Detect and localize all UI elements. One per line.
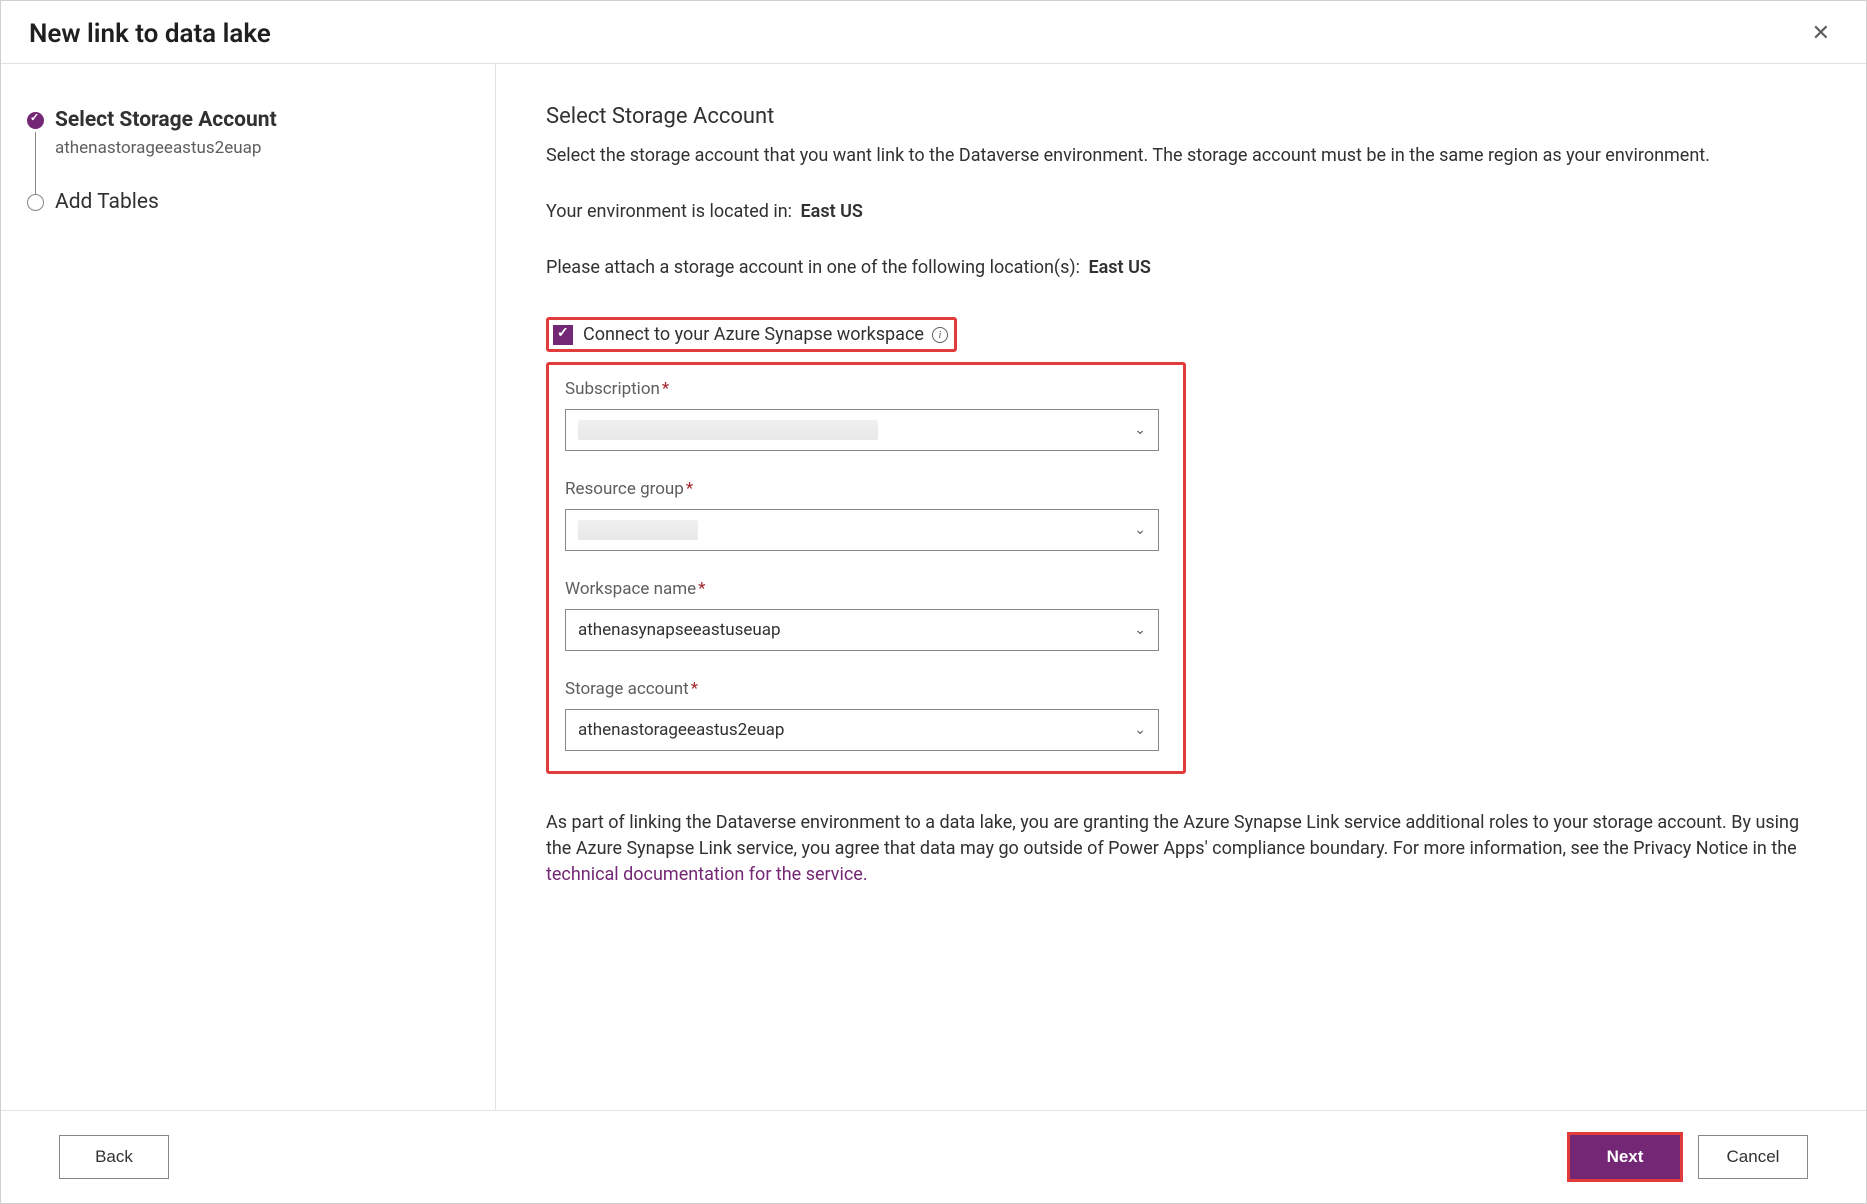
field-label-workspace-name: Workspace name* bbox=[565, 579, 1167, 599]
cancel-button[interactable]: Cancel bbox=[1698, 1135, 1808, 1179]
chevron-down-icon: ⌄ bbox=[1134, 422, 1146, 438]
wizard-step-select-storage-account[interactable]: Select Storage Account athenastorageeast… bbox=[27, 108, 465, 190]
close-icon[interactable]: ✕ bbox=[1804, 19, 1838, 49]
workspace-name-dropdown[interactable]: athenasynapseeastuseuap ⌄ bbox=[565, 609, 1159, 651]
connect-synapse-label-text: Connect to your Azure Synapse workspace bbox=[583, 324, 924, 345]
environment-location-line: Your environment is located in: East US bbox=[546, 199, 1806, 225]
field-label-text: Storage account bbox=[565, 679, 689, 699]
field-subscription: Subscription* ⌄ bbox=[565, 379, 1167, 451]
field-label-subscription: Subscription* bbox=[565, 379, 1167, 399]
field-storage-account: Storage account* athenastorageeastus2eua… bbox=[565, 679, 1167, 751]
section-heading: Select Storage Account bbox=[546, 104, 1806, 129]
dialog-body: Select Storage Account athenastorageeast… bbox=[1, 64, 1866, 1110]
footnote-pre: As part of linking the Dataverse environ… bbox=[546, 812, 1799, 859]
dialog-new-link-to-data-lake: New link to data lake ✕ Select Storage A… bbox=[0, 0, 1867, 1204]
storage-account-dropdown[interactable]: athenastorageeastus2euap ⌄ bbox=[565, 709, 1159, 751]
field-label-text: Workspace name bbox=[565, 579, 696, 599]
circle-icon bbox=[27, 194, 44, 211]
technical-documentation-link[interactable]: technical documentation for the service. bbox=[546, 864, 868, 885]
field-label-resource-group: Resource group* bbox=[565, 479, 1167, 499]
required-asterisk: * bbox=[698, 579, 705, 599]
workspace-name-value: athenasynapseeastuseuap bbox=[578, 620, 781, 640]
wizard-steps-sidebar: Select Storage Account athenastorageeast… bbox=[1, 64, 496, 1110]
attach-location-value: East US bbox=[1088, 257, 1150, 278]
required-asterisk: * bbox=[686, 479, 693, 499]
dialog-header: New link to data lake ✕ bbox=[1, 1, 1866, 64]
attach-location-line: Please attach a storage account in one o… bbox=[546, 255, 1806, 281]
chevron-down-icon: ⌄ bbox=[1134, 522, 1146, 538]
environment-location-prefix: Your environment is located in: bbox=[546, 201, 792, 222]
subscription-value-redacted bbox=[578, 420, 878, 440]
resource-group-value-redacted bbox=[578, 520, 698, 540]
chevron-down-icon: ⌄ bbox=[1134, 622, 1146, 638]
required-asterisk: * bbox=[662, 379, 669, 399]
dialog-title: New link to data lake bbox=[29, 19, 271, 49]
next-button[interactable]: Next bbox=[1570, 1135, 1680, 1179]
subscription-dropdown[interactable]: ⌄ bbox=[565, 409, 1159, 451]
field-resource-group: Resource group* ⌄ bbox=[565, 479, 1167, 551]
connect-synapse-checkbox-row[interactable]: Connect to your Azure Synapse workspace … bbox=[546, 317, 957, 352]
connect-synapse-label: Connect to your Azure Synapse workspace … bbox=[583, 324, 948, 345]
attach-location-prefix: Please attach a storage account in one o… bbox=[546, 257, 1080, 278]
field-workspace-name: Workspace name* athenasynapseeastuseuap … bbox=[565, 579, 1167, 651]
wizard-step-add-tables[interactable]: Add Tables bbox=[27, 190, 465, 246]
wizard-step-title: Select Storage Account bbox=[55, 108, 465, 132]
back-button[interactable]: Back bbox=[59, 1135, 169, 1179]
storage-account-value: athenastorageeastus2euap bbox=[578, 720, 784, 740]
resource-group-dropdown[interactable]: ⌄ bbox=[565, 509, 1159, 551]
wizard-step-subtitle: athenastorageeastus2euap bbox=[55, 138, 465, 158]
section-description: Select the storage account that you want… bbox=[546, 143, 1806, 169]
check-circle-icon bbox=[27, 112, 44, 129]
required-asterisk: * bbox=[691, 679, 698, 699]
privacy-footnote: As part of linking the Dataverse environ… bbox=[546, 810, 1806, 888]
field-label-storage-account: Storage account* bbox=[565, 679, 1167, 699]
wizard-step-title: Add Tables bbox=[55, 190, 465, 214]
chevron-down-icon: ⌄ bbox=[1134, 722, 1146, 738]
field-label-text: Subscription bbox=[565, 379, 660, 399]
synapse-form-block: Subscription* ⌄ Resource group* ⌄ bbox=[546, 362, 1186, 774]
environment-location-value: East US bbox=[801, 201, 863, 222]
checkbox-checked-icon[interactable] bbox=[553, 325, 573, 345]
dialog-footer: Back Next Cancel bbox=[1, 1110, 1866, 1203]
main-panel: Select Storage Account Select the storag… bbox=[496, 64, 1866, 1110]
info-icon[interactable]: i bbox=[932, 327, 948, 343]
field-label-text: Resource group bbox=[565, 479, 684, 499]
